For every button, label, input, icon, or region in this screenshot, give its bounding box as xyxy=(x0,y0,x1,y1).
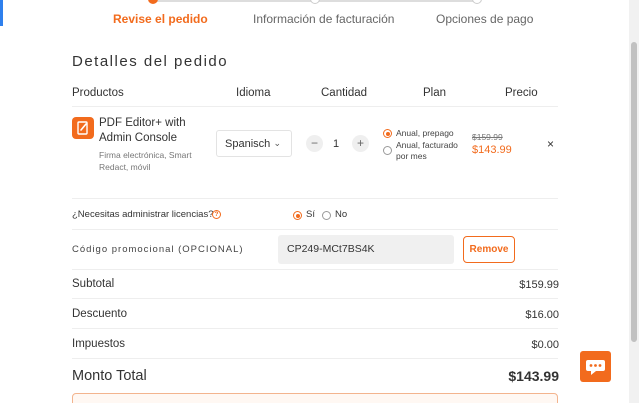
product-description: Firma electrónica, Smart Redact, móvil xyxy=(99,150,192,172)
quantity-value: 1 xyxy=(333,138,340,150)
language-value: Spanisch xyxy=(225,138,271,150)
taxes-divider xyxy=(72,358,558,359)
page-scrollbar[interactable] xyxy=(629,0,639,403)
product-name: PDF Editor+ with Admin Console xyxy=(99,117,186,144)
item-divider xyxy=(72,198,558,199)
taxes-value: $0.00 xyxy=(531,339,559,351)
checkout-stepper: Revise el pedido Información de facturac… xyxy=(0,0,639,34)
chat-button[interactable] xyxy=(580,351,611,382)
promo-code-label: Código promocional (OPCIONAL) xyxy=(72,244,244,255)
quantity-decrement-button[interactable]: − xyxy=(306,135,323,152)
license-yes-label[interactable]: Sí xyxy=(306,209,315,220)
step-dot-review xyxy=(148,0,158,4)
license-yes-radio[interactable] xyxy=(293,211,302,220)
discount-divider xyxy=(72,328,558,329)
scrollbar-thumb[interactable] xyxy=(631,42,637,342)
info-icon[interactable]: ? xyxy=(212,210,221,219)
license-divider xyxy=(72,229,558,230)
col-plan: Plan xyxy=(423,87,447,99)
promo-divider xyxy=(72,269,558,270)
pdf-editor-icon xyxy=(72,117,94,139)
taxes-label: Impuestos xyxy=(72,338,126,350)
discounted-price: $143.99 xyxy=(472,144,512,156)
discount-label: Descuento xyxy=(72,308,127,320)
order-details-title: Detalles del pedido xyxy=(72,53,229,70)
remove-item-close-icon[interactable]: × xyxy=(547,137,554,151)
license-no-label[interactable]: No xyxy=(335,209,347,220)
plan-annual-monthly-radio[interactable] xyxy=(383,146,392,155)
total-value: $143.99 xyxy=(508,368,559,384)
discount-value: $16.00 xyxy=(525,309,559,321)
col-price: Precio xyxy=(505,87,538,99)
chevron-down-icon: ⌄ xyxy=(273,138,281,148)
original-price: $159.99 xyxy=(472,132,503,142)
promo-remove-button[interactable]: Remove xyxy=(463,236,515,263)
notice-banner xyxy=(72,393,558,403)
step-review[interactable]: Revise el pedido xyxy=(113,12,208,26)
plan-annual-prepaid-label[interactable]: Anual, prepago xyxy=(396,128,454,139)
col-language: Idioma xyxy=(236,87,271,99)
step-connector xyxy=(315,0,477,2)
subtotal-value: $159.99 xyxy=(519,279,559,291)
plan-annual-monthly-label[interactable]: Anual, facturado por mes xyxy=(396,140,468,162)
col-quantity: Cantidad xyxy=(321,87,368,99)
step-dot-billing xyxy=(310,0,320,4)
header-divider xyxy=(72,106,558,107)
step-dot-payment xyxy=(472,0,482,4)
quantity-increment-button[interactable]: + xyxy=(352,135,369,152)
total-label: Monto Total xyxy=(72,368,147,384)
license-question: ¿Necesitas administrar licencias? xyxy=(72,209,214,220)
chat-icon xyxy=(586,360,605,375)
col-products: Productos xyxy=(72,87,124,99)
subtotal-label: Subtotal xyxy=(72,278,115,290)
step-billing[interactable]: Información de facturación xyxy=(253,12,394,26)
step-payment[interactable]: Opciones de pago xyxy=(436,12,533,26)
promo-code-input[interactable]: CP249-MCt7BS4K xyxy=(278,235,454,264)
step-connector xyxy=(153,0,315,2)
language-select[interactable]: Spanisch ⌄ xyxy=(216,130,292,157)
subtotal-divider xyxy=(72,298,558,299)
license-no-radio[interactable] xyxy=(322,211,331,220)
plan-annual-prepaid-radio[interactable] xyxy=(383,129,392,138)
